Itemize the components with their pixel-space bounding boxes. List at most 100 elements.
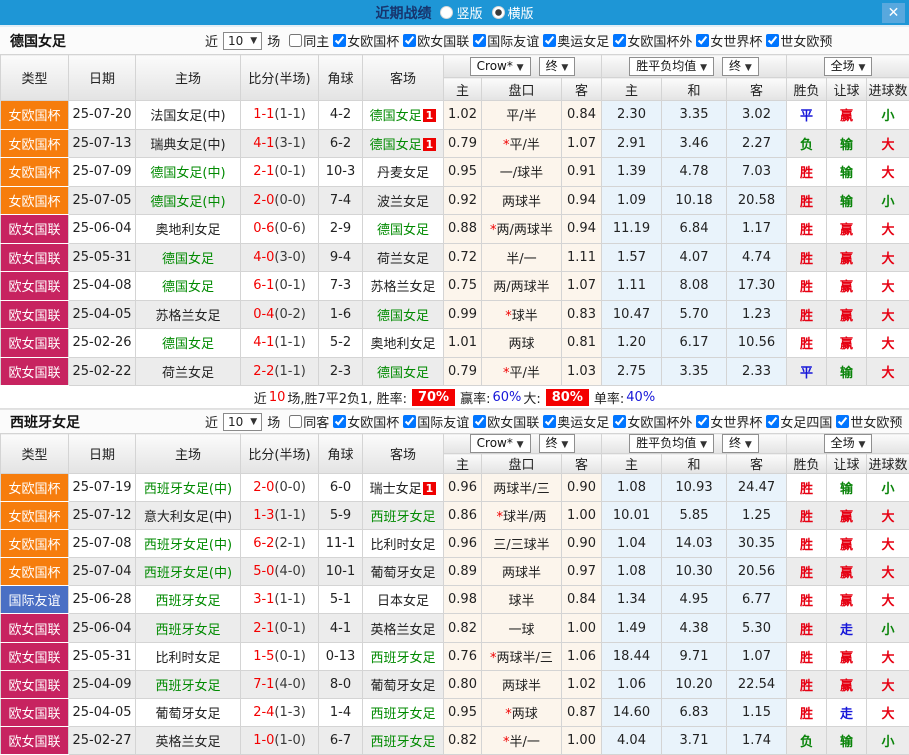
competition-checkbox[interactable]: 女世界杯 bbox=[694, 412, 762, 431]
competition-badge: 欧女国联 bbox=[1, 670, 69, 698]
score-cell: 2-2(1-1) bbox=[241, 357, 319, 386]
corners-cell: 2-3 bbox=[319, 357, 363, 386]
layout-radio-horizontal[interactable] bbox=[492, 6, 505, 19]
wdl-average-dropdown[interactable]: 胜平负均值 ▼ bbox=[629, 434, 714, 453]
match-row: 女欧国杯 25-07-04 西班牙女足(中) 5-0(4-0) 10-1 葡萄牙… bbox=[1, 558, 909, 586]
half-time-score: (0-1) bbox=[274, 164, 305, 179]
same-venue-checkbox[interactable]: 同主 bbox=[287, 31, 329, 50]
checkbox-input[interactable] bbox=[766, 415, 779, 428]
result-handicap: 赢 bbox=[827, 272, 867, 301]
col-header-avg-away: 客 bbox=[727, 78, 787, 101]
away-odds: 1.11 bbox=[562, 243, 602, 272]
competition-checkbox[interactable]: 奥运女足 bbox=[541, 412, 609, 431]
match-row: 女欧国杯 25-07-13 瑞典女足(中) 4-1(3-1) 6-2 德国女足1… bbox=[1, 129, 909, 158]
home-team-cell: 西班牙女足 bbox=[136, 614, 241, 642]
odds-source-dropdown[interactable]: Crow* ▼ bbox=[470, 57, 531, 76]
competition-checkbox[interactable]: 世女欧预 bbox=[834, 412, 902, 431]
competition-checkbox[interactable]: 女欧国杯外 bbox=[611, 31, 692, 50]
checkbox-input[interactable] bbox=[543, 415, 556, 428]
red-card-badge: 1 bbox=[423, 482, 437, 495]
competition-label: 欧女国联 bbox=[487, 412, 539, 431]
competition-checkbox[interactable]: 国际友谊 bbox=[401, 412, 469, 431]
competition-checkbox[interactable]: 国际友谊 bbox=[471, 31, 539, 50]
away-odds: 1.00 bbox=[562, 726, 602, 754]
handicap-line: *平/半 bbox=[482, 129, 562, 158]
avg-draw-odds: 6.83 bbox=[662, 698, 727, 726]
checkbox-input[interactable] bbox=[333, 34, 346, 47]
odds-final-dropdown[interactable]: 终 ▼ bbox=[539, 57, 576, 76]
result-handicap: 走 bbox=[827, 698, 867, 726]
star-marker: * bbox=[503, 735, 510, 750]
avg-away-odds: 20.56 bbox=[727, 558, 787, 586]
same-venue-checkbox[interactable]: 同客 bbox=[287, 412, 329, 431]
games-count-select[interactable]: 10 ▼ bbox=[223, 32, 262, 50]
half-time-score: (4-0) bbox=[274, 564, 305, 579]
checkbox-input[interactable] bbox=[836, 415, 849, 428]
checkbox-input[interactable] bbox=[696, 415, 709, 428]
checkbox-input[interactable] bbox=[543, 34, 556, 47]
checkbox-input[interactable] bbox=[289, 34, 302, 47]
checkbox-input[interactable] bbox=[473, 415, 486, 428]
match-row: 欧女国联 25-05-31 比利时女足 1-5(0-1) 0-13 西班牙女足 … bbox=[1, 642, 909, 670]
col-header-result-wdl: 胜负 bbox=[787, 78, 827, 101]
result-wdl: 胜 bbox=[787, 530, 827, 558]
avg-final-dropdown[interactable]: 终 ▼ bbox=[722, 57, 759, 76]
checkbox-input[interactable] bbox=[289, 415, 302, 428]
away-odds: 0.94 bbox=[562, 215, 602, 244]
avg-home-odds: 4.04 bbox=[602, 726, 662, 754]
checkbox-input[interactable] bbox=[613, 34, 626, 47]
away-odds: 1.03 bbox=[562, 357, 602, 386]
result-wdl: 胜 bbox=[787, 474, 827, 502]
odds-dropdown-group: Crow* ▼ 终 ▼ bbox=[444, 434, 602, 454]
handicap-line: *两球 bbox=[482, 698, 562, 726]
close-button[interactable]: ✕ bbox=[882, 3, 905, 23]
checkbox-input[interactable] bbox=[403, 34, 416, 47]
half-time-score: (1-0) bbox=[274, 733, 305, 748]
checkbox-input[interactable] bbox=[333, 415, 346, 428]
full-match-dropdown[interactable]: 全场 ▼ bbox=[824, 57, 873, 76]
corners-cell: 7-3 bbox=[319, 272, 363, 301]
match-date: 25-07-20 bbox=[69, 101, 136, 130]
avg-away-odds: 5.30 bbox=[727, 614, 787, 642]
match-row: 欧女国联 25-04-09 西班牙女足 7-1(4-0) 8-0 葡萄牙女足 0… bbox=[1, 670, 909, 698]
wdl-average-dropdown[interactable]: 胜平负均值 ▼ bbox=[629, 57, 714, 76]
competition-checkbox[interactable]: 欧女国联 bbox=[401, 31, 469, 50]
games-count-select[interactable]: 10 ▼ bbox=[223, 413, 262, 431]
competition-checkbox[interactable]: 女足四国 bbox=[764, 412, 832, 431]
match-row: 欧女国联 25-04-05 葡萄牙女足 2-4(1-3) 1-4 西班牙女足 0… bbox=[1, 698, 909, 726]
away-odds: 0.81 bbox=[562, 329, 602, 358]
home-team-name: 苏格兰女足 bbox=[155, 309, 220, 324]
checkbox-input[interactable] bbox=[403, 415, 416, 428]
competition-checkbox[interactable]: 世女欧预 bbox=[764, 31, 832, 50]
competition-checkbox[interactable]: 女欧国杯 bbox=[331, 31, 399, 50]
handicap-line: 一球 bbox=[482, 614, 562, 642]
result-wdl: 胜 bbox=[787, 586, 827, 614]
competition-checkbox[interactable]: 奥运女足 bbox=[541, 31, 609, 50]
avg-final-dropdown[interactable]: 终 ▼ bbox=[722, 434, 759, 453]
competition-label: 女欧国杯外 bbox=[627, 31, 692, 50]
layout-radio-vertical[interactable] bbox=[440, 6, 453, 19]
competition-checkbox[interactable]: 欧女国联 bbox=[471, 412, 539, 431]
competition-checkbox[interactable]: 女世界杯 bbox=[694, 31, 762, 50]
result-handicap: 赢 bbox=[827, 530, 867, 558]
checkbox-input[interactable] bbox=[766, 34, 779, 47]
checkbox-input[interactable] bbox=[473, 34, 486, 47]
competition-checkbox[interactable]: 女欧国杯外 bbox=[611, 412, 692, 431]
score-cell: 2-0(0-0) bbox=[241, 186, 319, 215]
half-time-score: (4-0) bbox=[274, 677, 305, 692]
odds-final-dropdown[interactable]: 终 ▼ bbox=[539, 434, 576, 453]
filter-bar: 德国女足 近 10 ▼ 场 同主 女欧国杯欧女国联国际友谊奥运女足女欧国杯外女世… bbox=[0, 27, 909, 54]
home-team-name: 西班牙女足 bbox=[155, 679, 220, 694]
score-cell: 1-3(1-1) bbox=[241, 502, 319, 530]
checkbox-input[interactable] bbox=[613, 415, 626, 428]
home-team-name: 荷兰女足 bbox=[162, 366, 214, 381]
competition-checkbox[interactable]: 女欧国杯 bbox=[331, 412, 399, 431]
layout-radio-label: 竖版 bbox=[456, 3, 482, 22]
corners-cell: 6-7 bbox=[319, 726, 363, 754]
checkbox-input[interactable] bbox=[696, 34, 709, 47]
odds-source-dropdown[interactable]: Crow* ▼ bbox=[470, 434, 531, 453]
col-header-result-goals: 进球数 bbox=[867, 78, 909, 101]
corners-cell: 4-1 bbox=[319, 614, 363, 642]
full-match-dropdown[interactable]: 全场 ▼ bbox=[824, 434, 873, 453]
home-odds: 1.02 bbox=[444, 101, 482, 130]
